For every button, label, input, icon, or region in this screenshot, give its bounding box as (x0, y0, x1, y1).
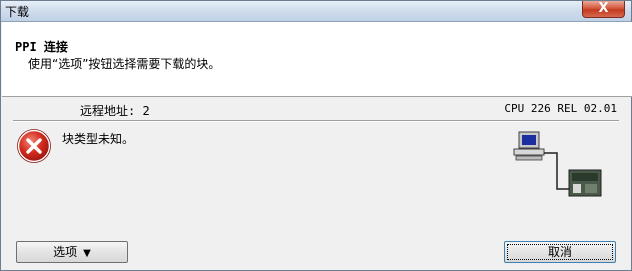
error-icon (17, 129, 51, 163)
window-title: 下载 (5, 5, 30, 19)
instruction-text: 使用“选项”按钮选择需要下载的块。 (28, 57, 221, 71)
options-button[interactable]: 选项 ▼ (16, 241, 128, 263)
close-button[interactable]: X (582, 1, 625, 18)
cancel-label: 取消 (547, 245, 572, 259)
connection-title: PPI 连接 (15, 40, 68, 54)
remote-address: 远程地址: 2 (80, 104, 150, 118)
close-icon: X (598, 1, 609, 16)
cpu-info: CPU 226 REL 02.01 (504, 102, 617, 115)
error-message: 块类型未知。 (62, 132, 135, 146)
status-row: 远程地址: 2 CPU 226 REL 02.01 (1, 98, 631, 118)
pc-to-plc-connection-icon (513, 131, 602, 197)
options-label: 选项 (53, 245, 78, 259)
separator (13, 120, 619, 122)
chevron-down-icon: ▼ (83, 248, 91, 259)
title-bar: 下载 X (1, 1, 631, 22)
download-dialog: 下载 X PPI 连接 使用“选项”按钮选择需要下载的块。 远程地址: 2 CP… (0, 0, 632, 271)
cancel-button[interactable]: 取消 (504, 241, 616, 263)
dialog-header: PPI 连接 使用“选项”按钮选择需要下载的块。 (2, 22, 632, 97)
